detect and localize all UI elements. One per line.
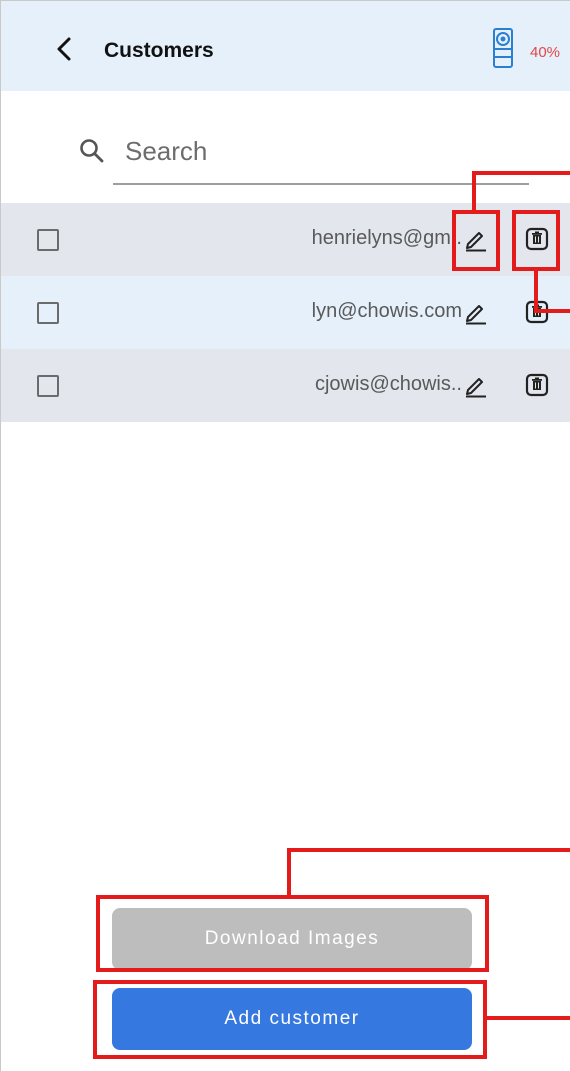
page-title: Customers (104, 39, 214, 62)
row-checkbox[interactable] (37, 375, 59, 397)
customer-row[interactable]: henrielyns@gm.. (1, 203, 570, 276)
download-images-button[interactable]: Download Images (112, 908, 472, 970)
edit-pencil-icon[interactable] (463, 299, 489, 325)
app-header: Customers 40% (1, 1, 570, 91)
annotation-line (485, 1016, 570, 1020)
annotation-line (287, 848, 570, 852)
customers-screen: Customers 40% henrielyns@gm.. (0, 0, 570, 1071)
device-battery-icon (493, 28, 513, 68)
row-checkbox[interactable] (37, 302, 59, 324)
delete-trash-icon[interactable] (525, 227, 549, 251)
annotation-line (287, 848, 291, 897)
back-arrow-icon[interactable] (51, 35, 79, 63)
customer-email: henrielyns@gm.. (311, 227, 462, 249)
search-icon (80, 139, 104, 163)
search-underline (113, 183, 529, 185)
edit-pencil-icon[interactable] (463, 372, 489, 398)
customer-email: lyn@chowis.com (311, 300, 462, 322)
delete-trash-icon[interactable] (525, 373, 549, 397)
search-input[interactable] (125, 131, 525, 171)
battery-percentage: 40% (530, 44, 561, 61)
customer-row[interactable]: cjowis@chowis.. (1, 349, 570, 422)
row-checkbox[interactable] (37, 229, 59, 251)
delete-trash-icon[interactable] (525, 300, 549, 324)
add-customer-button[interactable]: Add customer (112, 988, 472, 1050)
edit-pencil-icon[interactable] (463, 226, 489, 252)
annotation-line (472, 171, 570, 175)
customer-email: cjowis@chowis.. (314, 373, 462, 395)
customer-row[interactable]: lyn@chowis.com (1, 276, 570, 349)
